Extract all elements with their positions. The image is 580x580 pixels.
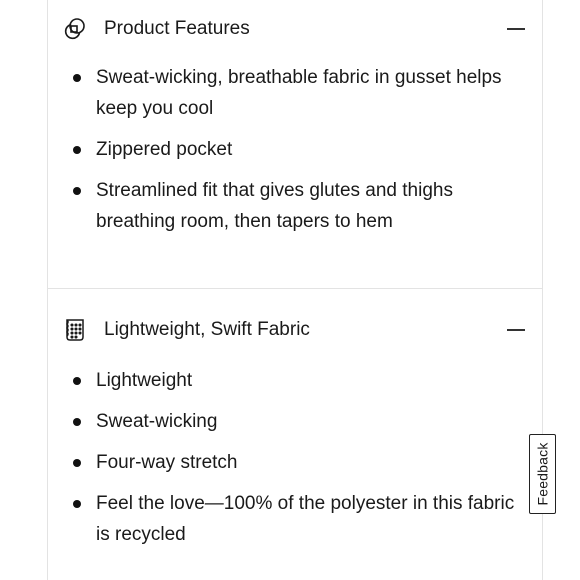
product-features-list: Sweat-wicking, breathable fabric in guss…: [48, 62, 522, 247]
page: Product Features Sweat-wicking, breathab…: [0, 0, 580, 580]
bullet-icon: [73, 187, 81, 195]
list-item-text: Streamlined fit that gives glutes and th…: [96, 180, 453, 232]
bullet-icon: [73, 418, 81, 426]
list-item-text: Sweat-wicking: [96, 411, 218, 432]
list-item-text: Zippered pocket: [96, 139, 233, 160]
bullet-icon: [73, 377, 81, 385]
list-item: Lightweight: [48, 365, 522, 396]
feedback-label: Feedback: [534, 442, 551, 506]
fabric-swatch-icon: [62, 317, 88, 343]
list-item: Streamlined fit that gives glutes and th…: [48, 175, 522, 237]
collapse-icon[interactable]: [506, 19, 526, 39]
feedback-button[interactable]: Feedback: [529, 434, 556, 514]
bullet-icon: [73, 459, 81, 467]
list-item-text: Feel the love—100% of the polyester in t…: [96, 493, 515, 545]
section-title: Lightweight, Swift Fabric: [104, 319, 310, 340]
bullet-icon: [73, 74, 81, 82]
overlapping-circles-icon: [62, 16, 88, 42]
list-item: Sweat-wicking, breathable fabric in guss…: [48, 62, 522, 124]
bullet-icon: [73, 146, 81, 154]
list-item-text: Four-way stretch: [96, 452, 238, 473]
list-item-text: Lightweight: [96, 370, 193, 391]
list-item: Sweat-wicking: [48, 406, 522, 437]
section-divider: [48, 288, 542, 289]
list-item: Zippered pocket: [48, 134, 522, 165]
product-features-header[interactable]: Product Features: [62, 13, 526, 45]
fabric-features-list: Lightweight Sweat-wicking Four-way stret…: [48, 365, 522, 560]
section-title: Product Features: [104, 18, 250, 39]
list-item: Four-way stretch: [48, 447, 522, 478]
list-item: Feel the love—100% of the polyester in t…: [48, 488, 522, 550]
bullet-icon: [73, 500, 81, 508]
fabric-header[interactable]: Lightweight, Swift Fabric: [62, 314, 526, 346]
collapse-icon[interactable]: [506, 320, 526, 340]
product-details-panel: Product Features Sweat-wicking, breathab…: [47, 0, 543, 580]
list-item-text: Sweat-wicking, breathable fabric in guss…: [96, 67, 502, 119]
